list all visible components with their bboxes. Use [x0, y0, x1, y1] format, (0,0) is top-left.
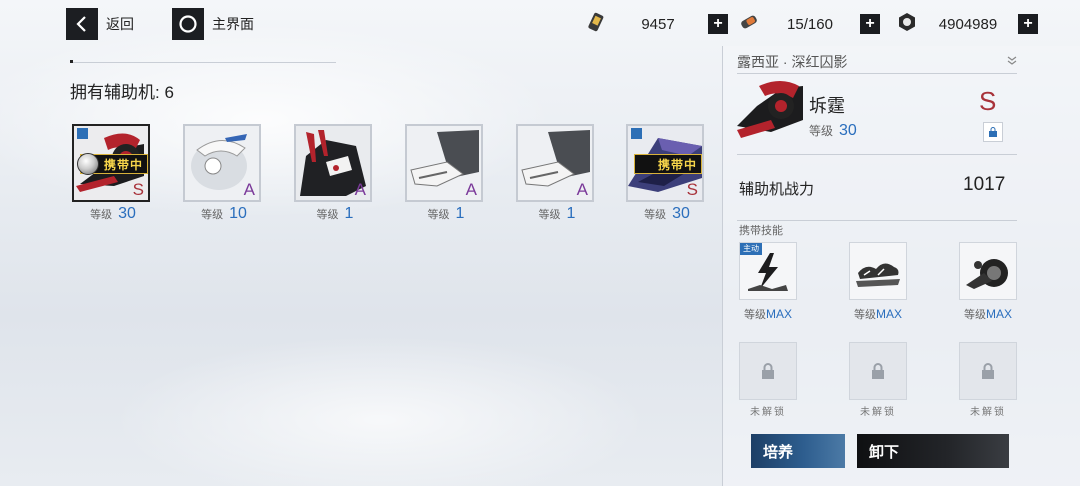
rank-label: A — [576, 180, 588, 199]
skill-level: 等级MAX — [743, 307, 792, 321]
add-energy-button[interactable]: + — [860, 14, 880, 34]
power-value: 1017 — [963, 174, 1006, 195]
energy-value: 15/160 — [787, 15, 833, 33]
energy-icon — [738, 11, 760, 38]
chevron-down-icon[interactable] — [1006, 54, 1018, 69]
back-button[interactable]: 返回 — [66, 8, 134, 40]
assist-thumbnail[interactable]: A — [294, 124, 372, 202]
locked-slot-3: 未解锁 — [959, 342, 1017, 418]
detail-panel: 露西亚 · 深红囚影 坼霆 等级 30 S 辅助机战力 1017 携带技能 主动 … — [722, 46, 1080, 486]
skill-slot-1[interactable]: 主动 等级MAX — [739, 242, 797, 322]
lightning-skill-icon[interactable]: 主动 — [739, 242, 797, 300]
level-line: 等级 1 — [427, 205, 465, 222]
owned-count: 拥有辅助机: 6 — [70, 83, 174, 102]
assist-thumbnail[interactable]: A — [405, 124, 483, 202]
assist-thumbnail[interactable]: 携带中 S — [72, 124, 150, 202]
assist-card-4[interactable]: A 等级 1 — [405, 124, 487, 223]
home-ring-icon — [172, 8, 204, 40]
pilot-name: 露西亚 · 深红囚影 — [737, 54, 848, 70]
machine-portrait — [737, 76, 803, 142]
level-line: 等级 1 — [538, 205, 576, 222]
divider — [737, 220, 1017, 221]
divider — [737, 154, 1017, 155]
gear-coin-icon — [896, 11, 918, 38]
machine-name: 坼霆 — [809, 96, 845, 116]
level-line: 等级 30 — [644, 205, 690, 222]
skill-slot-2[interactable]: 等级MAX — [849, 242, 907, 322]
skill-slot-3[interactable]: 等级MAX — [959, 242, 1017, 322]
resource-coin: 4904989 + — [896, 12, 1038, 36]
padlock-icon — [739, 342, 797, 400]
active-tag: 主动 — [740, 243, 762, 255]
home-button[interactable]: 主界面 — [172, 8, 254, 40]
rank-label: A — [243, 180, 255, 199]
fuel-value: 9457 — [641, 15, 675, 33]
padlock-icon — [959, 342, 1017, 400]
locked-label: 未解锁 — [970, 407, 1006, 418]
divider-dot — [70, 60, 73, 63]
back-label: 返回 — [106, 16, 134, 32]
divider — [737, 73, 1017, 74]
assist-card-1[interactable]: 携带中 S 等级 30 — [72, 124, 154, 223]
rank-label: A — [465, 180, 477, 199]
home-label: 主界面 — [212, 16, 254, 32]
storm-skill-icon[interactable] — [849, 242, 907, 300]
locked-label: 未解锁 — [860, 407, 896, 418]
unequip-button[interactable]: 卸下 — [857, 434, 1009, 468]
assist-thumbnail[interactable]: A — [183, 124, 261, 202]
assist-thumbnail[interactable]: A — [516, 124, 594, 202]
level-line: 等级 1 — [316, 205, 354, 222]
rank-label: S — [686, 180, 698, 199]
resource-fuel: 9457 + — [586, 12, 728, 36]
assist-card-2[interactable]: A 等级 10 — [183, 124, 265, 223]
divider — [70, 62, 336, 63]
resource-energy: 15/160 + — [738, 12, 880, 36]
locked-slot-1: 未解锁 — [739, 342, 797, 418]
machine-rank: S — [979, 86, 997, 116]
skills-title: 携带技能 — [739, 225, 783, 237]
skill-level: 等级MAX — [853, 307, 902, 321]
assist-card-6[interactable]: 携带中 S 等级 30 — [626, 124, 708, 223]
assist-thumbnail[interactable]: 携带中 S — [626, 124, 704, 202]
lock-icon — [77, 128, 88, 139]
chevron-left-icon — [66, 8, 98, 40]
assist-card-3[interactable]: A 等级 1 — [294, 124, 376, 223]
machine-level: 等级 30 — [809, 122, 857, 139]
locked-label: 未解锁 — [750, 407, 786, 418]
skill-level: 等级MAX — [963, 307, 1012, 321]
carrying-badge: 携带中 — [77, 153, 148, 175]
lock-toggle-icon[interactable] — [983, 122, 1003, 142]
padlock-icon — [849, 342, 907, 400]
rank-label: A — [354, 180, 366, 199]
pilot-orb-icon — [77, 153, 99, 175]
lock-icon — [631, 128, 642, 139]
add-fuel-button[interactable]: + — [708, 14, 728, 34]
level-line: 等级 10 — [201, 205, 247, 222]
assist-card-5[interactable]: A 等级 1 — [516, 124, 598, 223]
fuel-icon — [586, 11, 608, 38]
coin-value: 4904989 — [938, 15, 998, 33]
level-line: 等级 30 — [90, 205, 136, 222]
power-label: 辅助机战力 — [739, 181, 815, 198]
rank-label: S — [132, 180, 144, 199]
train-button[interactable]: 培养 — [751, 434, 845, 468]
locked-slot-2: 未解锁 — [849, 342, 907, 418]
carrying-badge: 携带中 — [634, 154, 702, 174]
vehicle-skill-icon[interactable] — [959, 242, 1017, 300]
add-coin-button[interactable]: + — [1018, 14, 1038, 34]
